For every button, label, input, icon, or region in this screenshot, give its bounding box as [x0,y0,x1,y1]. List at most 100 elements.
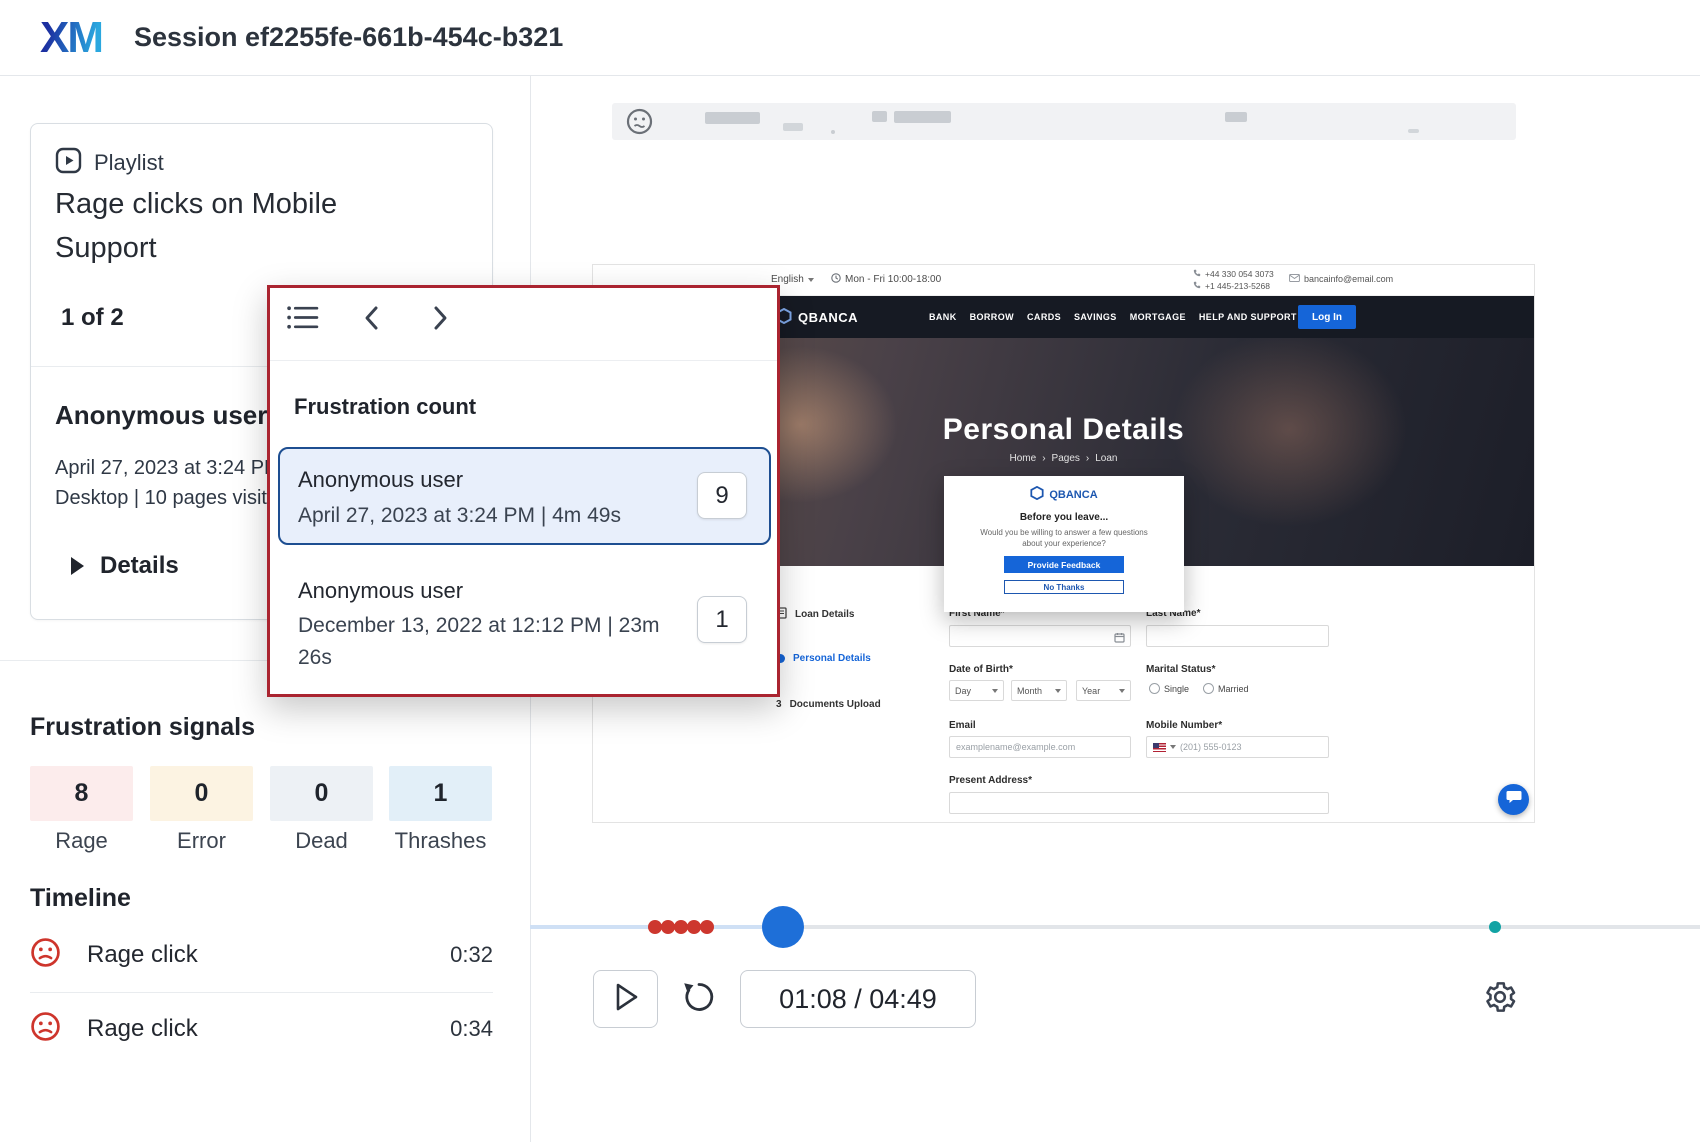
modal-brand-label: QBANCA [1049,488,1098,501]
rage-event-marker[interactable] [674,920,688,934]
chevron-down-icon [807,277,814,282]
playlist-label: Playlist [94,150,164,175]
chevron-right-icon [429,303,451,338]
marital-status-label: Marital Status* [1146,664,1216,675]
session-item-meta: December 13, 2022 at 12:12 PM | 23m 26s [298,614,660,669]
step-label: Personal Details [793,653,871,664]
frustration-count-badge: 1 [697,596,747,643]
rage-event-marker[interactable] [700,920,714,934]
chevron-down-icon [1119,688,1125,693]
calendar-icon [1114,630,1125,648]
replay-browser-bar [612,103,1516,140]
last-name-input [1146,625,1329,647]
rage-event-marker[interactable] [648,920,662,934]
popup-heading: Frustration count [294,394,477,419]
clock-icon [831,273,841,286]
email-input [949,736,1131,758]
playlist-title: Rage clicks on Mobile Support [55,188,338,264]
site-login-button: Log In [1298,305,1356,329]
masked-text-block [705,112,760,124]
play-button[interactable] [593,970,658,1028]
stat-rage-value: 8 [30,766,133,821]
queue-list-button[interactable] [284,302,320,338]
chevron-left-icon [361,303,383,338]
mail-icon [1289,274,1300,284]
playlist-header: Playlist [55,147,164,179]
frustration-count-popup: Frustration count Anonymous user April 2… [267,285,780,697]
phone-icon [1193,281,1201,293]
step-number: 3 [776,699,782,710]
stat-dead-value: 0 [270,766,373,821]
chevron-down-icon [1055,688,1061,693]
breadcrumb-separator: › [1042,453,1046,464]
next-session-button[interactable] [422,302,458,338]
session-item-meta: April 27, 2023 at 3:24 PM | 4m 49s [298,504,621,527]
playlist-icon [55,147,82,179]
timeline-event-row[interactable]: Rage click 0:32 [30,933,493,977]
site-email: bancainfo@email.com [1289,274,1393,284]
session-list-item-selected[interactable]: Anonymous user April 27, 2023 at 3:24 PM… [278,447,771,545]
site-nav-cards: CARDS [1027,312,1062,322]
time-display: 01:08 / 04:49 [740,970,976,1028]
timeline-event-row[interactable]: Rage click 0:34 [30,1007,493,1051]
site-brand-label: QBANCA [798,310,859,325]
frustration-signals-heading: Frustration signals [30,713,256,741]
masked-text-block [831,130,835,134]
details-expander[interactable]: Details [71,552,179,580]
radio-single: Single [1149,683,1189,694]
rage-face-icon [30,937,61,973]
radio-icon [1203,683,1215,694]
session-user: Anonymous user [55,400,268,430]
queue-list-icon [286,303,319,337]
stat-dead-label: Dead [295,828,348,853]
no-thanks-button: No Thanks [1004,580,1124,594]
radio-married: Married [1203,683,1249,694]
gear-icon [1482,979,1518,1020]
rage-event-marker[interactable] [661,920,675,934]
first-name-input [949,625,1131,647]
radio-single-label: Single [1164,683,1190,694]
present-address-input [949,792,1329,814]
mobile-number-input: (201) 555-0123 [1146,736,1329,758]
restart-button[interactable] [666,970,731,1028]
dob-year-value: Year [1082,685,1101,696]
site-phone-numbers: +44 330 054 3073 +1 445-213-5268 [1193,269,1274,292]
dob-year-select: Year [1076,680,1131,701]
previous-session-button[interactable] [354,302,390,338]
email-label: Email [949,720,976,731]
breadcrumb-pages: Pages [1051,453,1080,464]
step-loan-details: Loan Details [776,607,854,622]
session-item-user: Anonymous user [298,467,464,492]
playhead-handle[interactable] [762,906,804,948]
session-list-item[interactable]: Anonymous user December 13, 2022 at 12:1… [278,564,771,686]
session-date: April 27, 2023 at 3:24 PM [55,457,281,479]
site-language-selector: English [771,274,814,285]
timeline-event-time: 0:34 [450,1016,493,1041]
dob-month-select: Month [1011,680,1067,701]
page-title: Session ef2255fe-661b-454c-b321 [134,22,564,52]
masked-text-block [1225,112,1247,122]
site-brand: QBANCA [776,307,859,327]
step-label: Documents Upload [789,699,881,710]
favicon-face-icon [626,108,653,140]
settings-button[interactable] [1480,979,1520,1019]
session-device-meta: Desktop | 10 pages visited [55,487,290,509]
popup-toolbar-divider [270,360,777,361]
provide-feedback-button: Provide Feedback [1004,556,1124,573]
site-phone-uk: +44 330 054 3073 [1205,269,1274,279]
breadcrumb-home: Home [1009,453,1037,464]
us-flag-icon [1153,742,1166,752]
timeline-divider [30,992,493,993]
site-nav-items: BANK BORROW CARDS SAVINGS MORTGAGE HELP … [929,296,1297,338]
site-nav-help: HELP AND SUPPORT [1198,312,1297,322]
thrash-event-marker[interactable] [1489,921,1501,933]
step-personal-details-active: Personal Details [776,653,871,664]
play-icon [611,980,641,1019]
site-nav-mortgage: MORTGAGE [1129,312,1186,322]
playlist-pagination: 1 of 2 [61,304,124,331]
marital-status-radios: Single Married [1149,683,1249,694]
hexagon-logo-icon [1030,485,1044,503]
dob-month-value: Month [1017,685,1043,696]
site-nav-bank: BANK [929,312,957,322]
rage-event-marker[interactable] [687,920,701,934]
